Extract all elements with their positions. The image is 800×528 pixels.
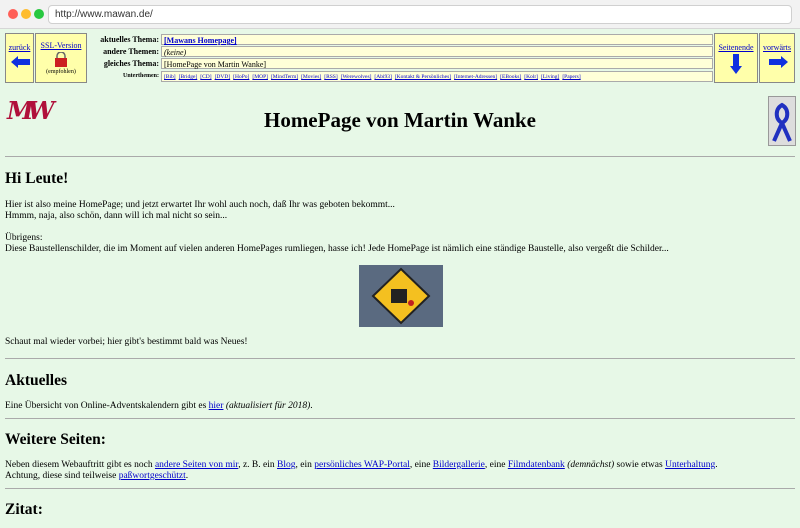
news-text-before: Eine Übersicht von Online-Adventskalende… bbox=[5, 401, 209, 411]
page-title: HomePage von Martin Wanke bbox=[263, 108, 536, 132]
intro-line-4: Diese Baustellenschilder, die im Moment … bbox=[5, 244, 669, 254]
wap-portal-link[interactable]: persönliches WAP-Portal bbox=[314, 460, 410, 470]
same-topic-value: [HomePage von Martin Wanke] bbox=[161, 58, 713, 69]
current-topic-value: [Mawans Homepage] bbox=[161, 34, 713, 45]
subtopic-link[interactable]: [Werewolves] bbox=[341, 74, 372, 80]
text-segment: . bbox=[185, 471, 189, 481]
gallery-link[interactable]: Bildergallerie bbox=[433, 460, 485, 470]
address-bar[interactable]: http://www.mawan.de/ bbox=[48, 5, 792, 24]
blue-ribbon-icon[interactable] bbox=[768, 96, 796, 146]
other-topics-value: (keine) bbox=[161, 46, 713, 57]
ribbon-graphic bbox=[772, 102, 792, 142]
entertainment-link[interactable]: Unterhaltung bbox=[665, 460, 715, 470]
subtopic-link[interactable]: [MOP] bbox=[252, 74, 268, 80]
navigation-bar: zurück SSL-Version (empfohlen) aktuelles… bbox=[5, 33, 795, 83]
other-pages-link[interactable]: andere Seiten von mir bbox=[155, 460, 238, 470]
back-link[interactable]: zurück bbox=[6, 43, 33, 52]
ssl-nav-box[interactable]: SSL-Version (empfohlen) bbox=[35, 33, 87, 83]
intro-line-5: Schaut mal wieder vorbei; hier gibt's be… bbox=[5, 337, 248, 347]
quote-heading: Zitat: bbox=[5, 501, 43, 518]
current-topic-label: aktuelles Thema: bbox=[100, 35, 159, 44]
forward-link[interactable]: vorwärts bbox=[760, 43, 794, 52]
subtopic-link[interactable]: [RSS] bbox=[324, 74, 337, 80]
subtopic-link[interactable]: [Living] bbox=[541, 74, 559, 80]
text-segment: sowie etwas bbox=[614, 460, 666, 470]
text-segment: , z. B. ein bbox=[238, 460, 278, 470]
subtopic-link[interactable]: [EBooks] bbox=[500, 74, 521, 80]
same-topic-row: gleiches Thema: [HomePage von Martin Wan… bbox=[87, 58, 713, 70]
news-text-after: . bbox=[310, 401, 313, 411]
intro-heading: Hi Leute! bbox=[5, 170, 69, 187]
subtopic-link[interactable]: [Internet-Adressen] bbox=[454, 74, 497, 80]
ssl-link[interactable]: SSL-Version bbox=[36, 41, 86, 50]
down-arrow-icon[interactable] bbox=[730, 54, 742, 74]
subtopics-label: Unterthemen: bbox=[123, 73, 159, 79]
password-note: Achtung, diese sind teilweise paßwortges… bbox=[5, 471, 795, 482]
subtopics-row: Unterthemen: [Bib] [Bridge] [CD] [DVD] [HoPo… bbox=[87, 71, 713, 82]
same-topic-label: gleiches Thema: bbox=[103, 59, 159, 68]
page-end-link[interactable]: Seitenende bbox=[715, 43, 757, 52]
lock-icon[interactable] bbox=[54, 52, 68, 68]
subtopic-link[interactable]: [MindTerm] bbox=[271, 74, 298, 80]
intro-line-3: Übrigens: bbox=[5, 233, 43, 243]
divider bbox=[5, 418, 795, 419]
news-heading: Aktuelles bbox=[5, 372, 67, 389]
subtopic-link[interactable]: [CD] bbox=[200, 74, 211, 80]
subtopic-link[interactable]: [Bib] bbox=[164, 74, 176, 80]
current-topic-row: aktuelles Thema: [Mawans Homepage] bbox=[87, 34, 713, 46]
intro-line-2: Hmmm, naja, also schön, dann will ich ma… bbox=[5, 211, 228, 221]
text-segment: Neben diesem Webauftritt gibt es noch bbox=[5, 460, 155, 470]
right-arrow-icon[interactable] bbox=[769, 56, 788, 68]
close-window-button[interactable] bbox=[8, 9, 18, 19]
news-link[interactable]: hier bbox=[209, 401, 224, 411]
minimize-window-button[interactable] bbox=[21, 9, 31, 19]
text-segment: , eine bbox=[484, 460, 508, 470]
subtopic-link[interactable]: [HoPo] bbox=[233, 74, 249, 80]
browser-chrome: http://www.mawan.de/ bbox=[0, 0, 800, 29]
film-database-link[interactable]: Filmdatenbank bbox=[508, 460, 565, 470]
blog-link[interactable]: Blog bbox=[277, 460, 295, 470]
divider bbox=[5, 358, 795, 359]
subtopics-list: [Bib] [Bridge] [CD] [DVD] [HoPo] [MOP] [MindTe… bbox=[161, 71, 713, 82]
subtopic-link[interactable]: [Abi93] bbox=[374, 74, 391, 80]
construction-sign-image bbox=[359, 265, 443, 327]
back-nav-box[interactable]: zurück bbox=[5, 33, 34, 83]
text-segment: , ein bbox=[295, 460, 315, 470]
current-topic-link[interactable]: [Mawans Homepage] bbox=[164, 36, 237, 45]
forward-nav-box[interactable]: vorwärts bbox=[759, 33, 795, 83]
left-arrow-icon[interactable] bbox=[11, 56, 30, 68]
subtopic-link[interactable]: [Kolr] bbox=[524, 74, 538, 80]
subtopic-link[interactable]: [DVD] bbox=[215, 74, 231, 80]
text-segment: , eine bbox=[409, 460, 433, 470]
divider bbox=[5, 488, 795, 489]
ssl-note: (empfohlen) bbox=[46, 69, 76, 75]
other-topics-row: andere Themen: (keine) bbox=[87, 46, 713, 58]
subtopic-link[interactable]: [Kontakt & Persönliches] bbox=[395, 74, 451, 80]
more-pages-text: Neben diesem Webauftritt gibt es noch an… bbox=[5, 460, 795, 471]
intro-line-1: Hier ist also meine HomePage; und jetzt … bbox=[5, 200, 395, 210]
other-topics-label: andere Themen: bbox=[103, 47, 159, 56]
text-segment: . bbox=[715, 460, 718, 470]
news-text: Eine Übersicht von Online-Adventskalende… bbox=[5, 401, 795, 412]
construction-sign-graphic bbox=[371, 267, 431, 325]
subtopic-link[interactable]: [Papers] bbox=[562, 74, 580, 80]
more-pages-heading: Weitere Seiten: bbox=[5, 431, 106, 448]
text-segment: Achtung, diese sind teilweise bbox=[5, 471, 119, 481]
divider bbox=[5, 156, 795, 157]
password-protected-link[interactable]: paßwortgeschützt bbox=[119, 471, 186, 481]
subtopic-link[interactable]: [Bridge] bbox=[179, 74, 198, 80]
page-end-nav-box[interactable]: Seitenende bbox=[714, 33, 758, 83]
news-note: (aktualisiert für 2018) bbox=[225, 401, 311, 411]
maximize-window-button[interactable] bbox=[34, 9, 44, 19]
subtopic-link[interactable]: [Movies] bbox=[301, 74, 321, 80]
coming-soon-note: (demnächst) bbox=[567, 460, 615, 470]
